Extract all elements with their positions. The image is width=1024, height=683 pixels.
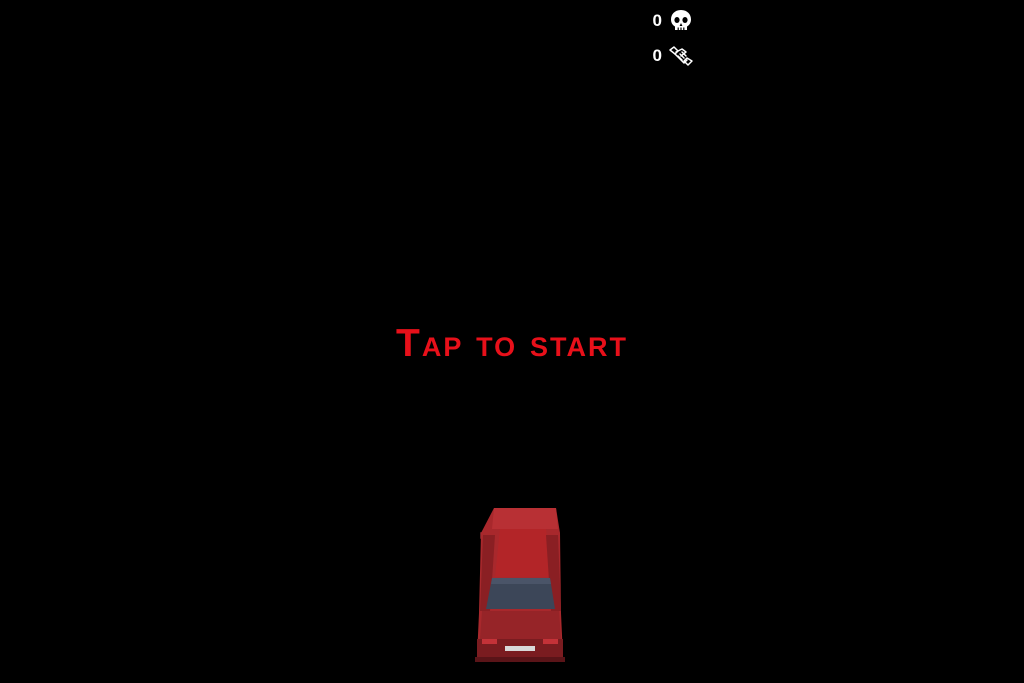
tap-to-start-prompt[interactable]: Tap to start	[0, 318, 1024, 370]
kill-counter: 0	[650, 8, 694, 34]
handshake-count: 0	[652, 46, 662, 65]
handshake-icon	[669, 46, 693, 66]
player-car	[475, 508, 565, 662]
game-canvas[interactable]: 0 0 Tap to start	[0, 0, 1024, 683]
kill-count: 0	[652, 11, 662, 30]
skull-icon	[671, 10, 691, 30]
handshake-counter: 0	[650, 43, 694, 69]
